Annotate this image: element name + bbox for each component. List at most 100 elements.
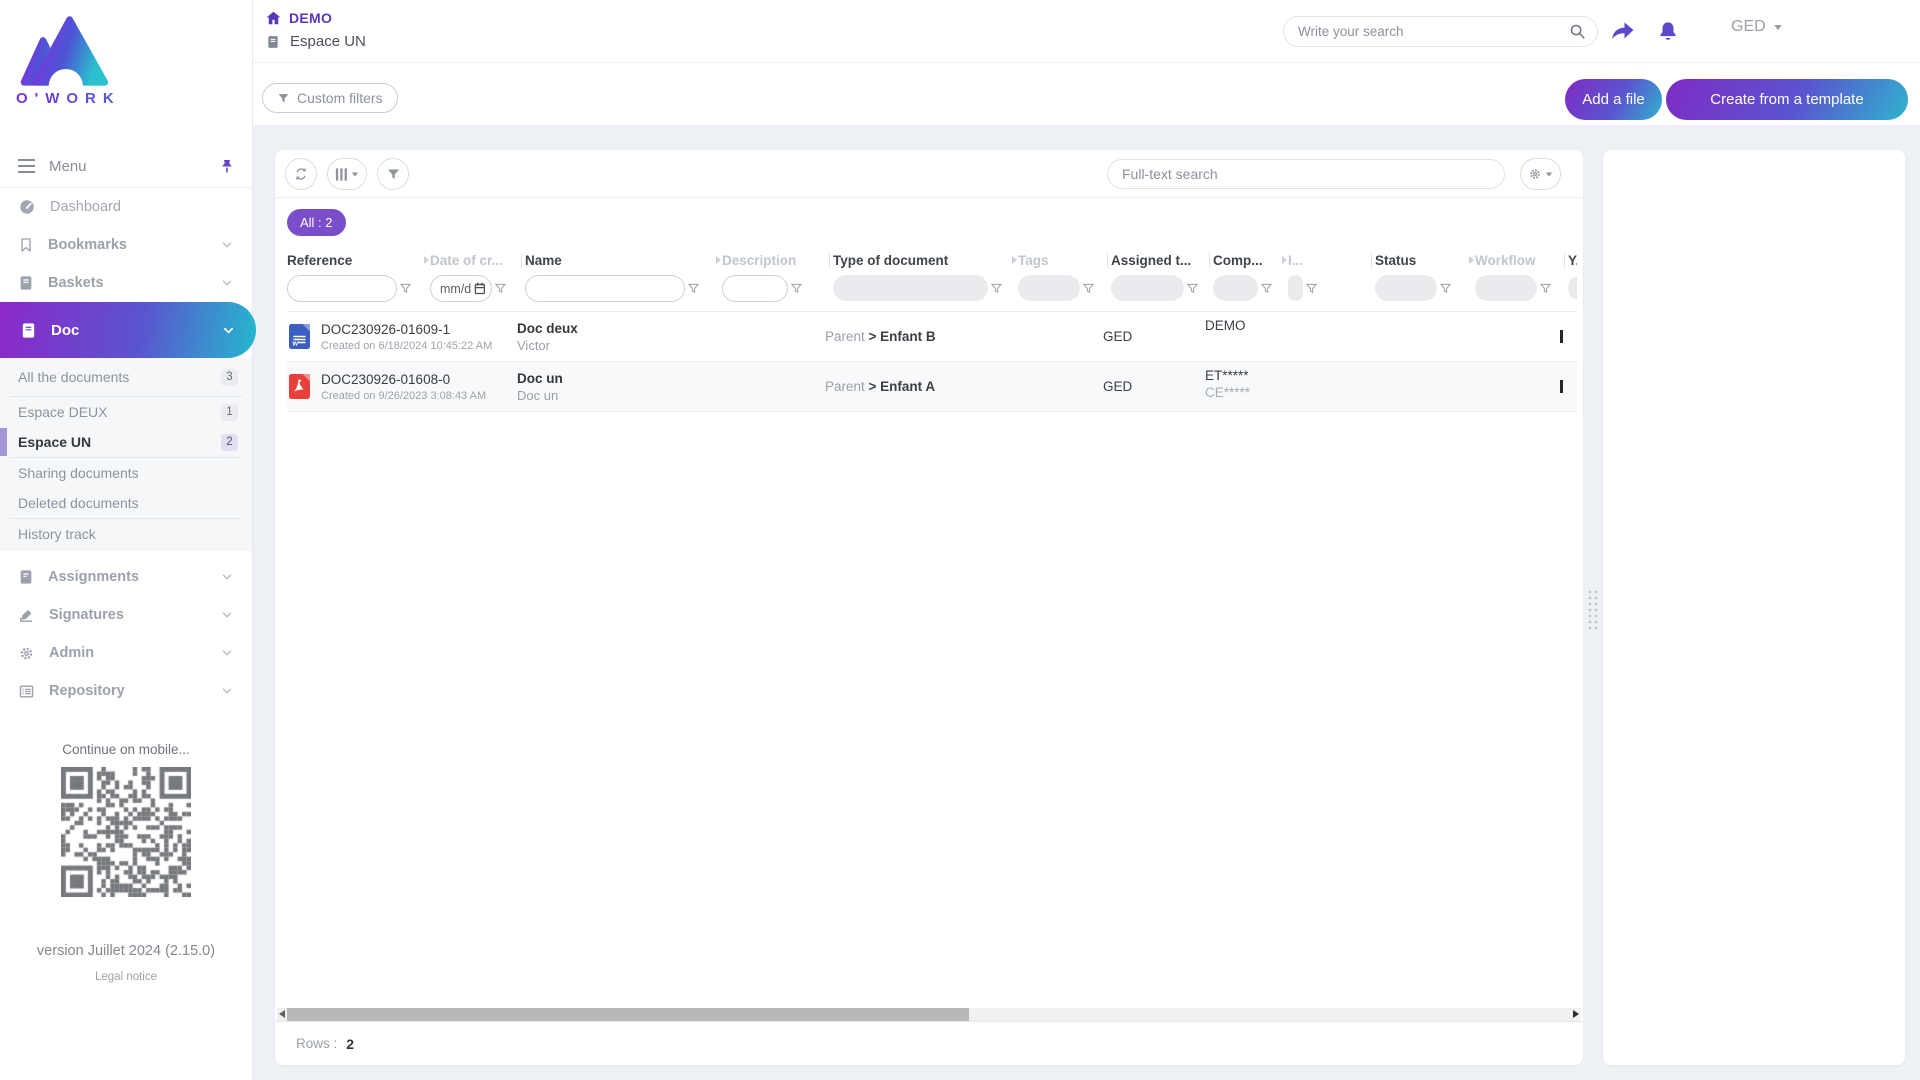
reference-filter-input[interactable] — [287, 275, 397, 302]
sidebar-item-signatures[interactable]: Signatures — [0, 596, 252, 634]
refresh-button[interactable] — [285, 158, 317, 190]
sidebar-item-espace-deux[interactable]: Espace DEUX 1 — [0, 397, 252, 427]
name-filter-input[interactable] — [525, 275, 685, 302]
mobile-hint: Continue on mobile... — [62, 742, 190, 757]
funnel-icon[interactable] — [1083, 283, 1094, 294]
column-header-reference[interactable]: Reference — [287, 253, 422, 268]
doc-name-sub: Doc un — [517, 387, 559, 403]
scrollbar-thumb[interactable] — [287, 1008, 969, 1021]
search-input[interactable] — [1283, 16, 1598, 47]
filter-cell-workflow — [1475, 275, 1560, 301]
search-icon[interactable] — [1569, 23, 1586, 40]
column-header-tags[interactable]: Tags — [1018, 253, 1103, 268]
funnel-icon[interactable] — [495, 283, 506, 294]
sidebar-item-espace-un[interactable]: Espace UN 2 — [0, 427, 252, 457]
chevron-down-icon — [223, 327, 234, 333]
company-filter-disabled — [1213, 275, 1258, 301]
sidebar-item-history-track[interactable]: History track — [0, 519, 252, 549]
sidebar-item-bookmarks[interactable]: Bookmarks — [0, 226, 252, 264]
legal-notice-link[interactable]: Legal notice — [0, 971, 252, 983]
sidebar-item-baskets[interactable]: Baskets — [0, 264, 252, 302]
table-header-row: Reference Date of cr... Name Description… — [287, 248, 1577, 272]
notifications-button[interactable] — [1651, 15, 1685, 49]
count-badge: 1 — [221, 403, 238, 421]
table-filter-row: mm/d — [287, 272, 1577, 312]
sidebar-item-doc[interactable]: Doc — [0, 302, 256, 358]
filter-cell-i — [1288, 275, 1367, 301]
sidebar-item-deleted-documents[interactable]: Deleted documents — [0, 488, 252, 518]
date-filter-input[interactable]: mm/d — [430, 275, 492, 302]
column-header-type[interactable]: Type of document — [833, 253, 1010, 268]
breadcrumb-page[interactable]: Espace UN — [266, 33, 366, 50]
filter-cell-tags — [1018, 275, 1103, 301]
documents-panel: All : 2 Reference Date of cr... Name Des… — [275, 150, 1583, 1065]
filter-button[interactable] — [377, 158, 409, 190]
bookmark-icon — [21, 238, 31, 252]
user-menu[interactable]: GED — [1731, 18, 1782, 36]
breadcrumb: DEMO Espace UN — [266, 10, 366, 50]
funnel-icon[interactable] — [1261, 283, 1272, 294]
sidebar-item-repository[interactable]: Repository — [0, 672, 252, 710]
chevron-down-icon — [222, 650, 232, 656]
signature-pen-icon — [20, 609, 33, 622]
share-button[interactable] — [1605, 15, 1639, 49]
gear-icon — [20, 647, 33, 659]
name-cell: Doc un Doc un — [517, 371, 714, 403]
funnel-icon[interactable] — [791, 283, 802, 294]
custom-filters-button[interactable]: Custom filters — [262, 83, 398, 113]
sidebar-item-sharing-documents[interactable]: Sharing documents — [0, 458, 252, 488]
column-divider — [1205, 252, 1213, 268]
sidebar-item-all-documents[interactable]: All the documents 3 — [0, 358, 252, 396]
funnel-icon[interactable] — [400, 283, 411, 294]
sidebar-item-assignments[interactable]: Assignments — [0, 558, 252, 596]
rows-label: Rows : — [296, 1036, 338, 1051]
doc-type-parent: Parent — [825, 379, 865, 394]
column-header-description[interactable]: Description — [722, 253, 825, 268]
column-header-assigned[interactable]: Assigned t... — [1111, 253, 1205, 268]
panel-resize-handle[interactable] — [1586, 588, 1599, 630]
funnel-icon[interactable] — [688, 283, 699, 294]
column-header-name[interactable]: Name — [525, 253, 714, 268]
caret-down-icon — [1545, 172, 1553, 176]
y-filter-disabled — [1568, 275, 1577, 301]
columns-button[interactable] — [327, 158, 367, 190]
column-header-date[interactable]: Date of cr... — [430, 253, 517, 268]
table-row[interactable]: DOC230926-01608-0 Created on 9/26/2023 3… — [287, 362, 1577, 412]
funnel-icon[interactable] — [1306, 283, 1317, 294]
funnel-icon[interactable] — [1187, 283, 1198, 294]
scroll-left-arrow[interactable] — [279, 1010, 285, 1018]
column-header-status[interactable]: Status — [1375, 253, 1467, 268]
type-filter-disabled — [833, 275, 988, 301]
funnel-icon[interactable] — [1440, 283, 1451, 294]
sidebar-item-admin[interactable]: Admin — [0, 634, 252, 672]
all-filter-chip[interactable]: All : 2 — [287, 209, 346, 236]
add-file-button[interactable]: Add a file — [1565, 79, 1662, 120]
app-logo[interactable]: O'WORK — [0, 0, 252, 145]
table-settings-button[interactable] — [1520, 158, 1561, 190]
description-filter-input[interactable] — [722, 275, 788, 302]
pin-sidebar-icon[interactable] — [220, 159, 234, 174]
column-header-workflow[interactable]: Workflow — [1475, 253, 1560, 268]
doc-name: Doc deux — [517, 320, 578, 336]
company-cell: DEMO — [1205, 312, 1280, 333]
clipped-cell-content — [1560, 330, 1563, 343]
sort-arrow-icon — [1280, 256, 1288, 264]
hamburger-icon[interactable] — [18, 159, 35, 173]
table-row[interactable]: w DOC230926-01609-1 Created on 6/18/2024… — [287, 312, 1577, 362]
funnel-icon[interactable] — [1540, 283, 1551, 294]
breadcrumb-root[interactable]: DEMO — [266, 10, 366, 26]
column-header-company[interactable]: Comp... — [1213, 253, 1280, 268]
funnel-icon[interactable] — [991, 283, 1002, 294]
horizontal-scrollbar[interactable] — [277, 1008, 1581, 1021]
share-arrow-icon — [1612, 22, 1634, 39]
column-header-y[interactable]: Y... — [1568, 253, 1577, 268]
fulltext-search-input[interactable] — [1107, 159, 1505, 189]
column-header-i[interactable]: I... — [1288, 253, 1367, 268]
clipped-cell-content — [1560, 380, 1563, 393]
company-cell: ET***** CE***** — [1205, 362, 1280, 400]
scroll-right-arrow[interactable] — [1573, 1010, 1579, 1018]
create-from-template-button[interactable]: Create from a template — [1666, 79, 1908, 120]
sidebar-item-dashboard[interactable]: Dashboard — [0, 188, 252, 226]
sidebar-item-label: Bookmarks — [48, 237, 127, 253]
gauge-icon — [20, 200, 34, 214]
